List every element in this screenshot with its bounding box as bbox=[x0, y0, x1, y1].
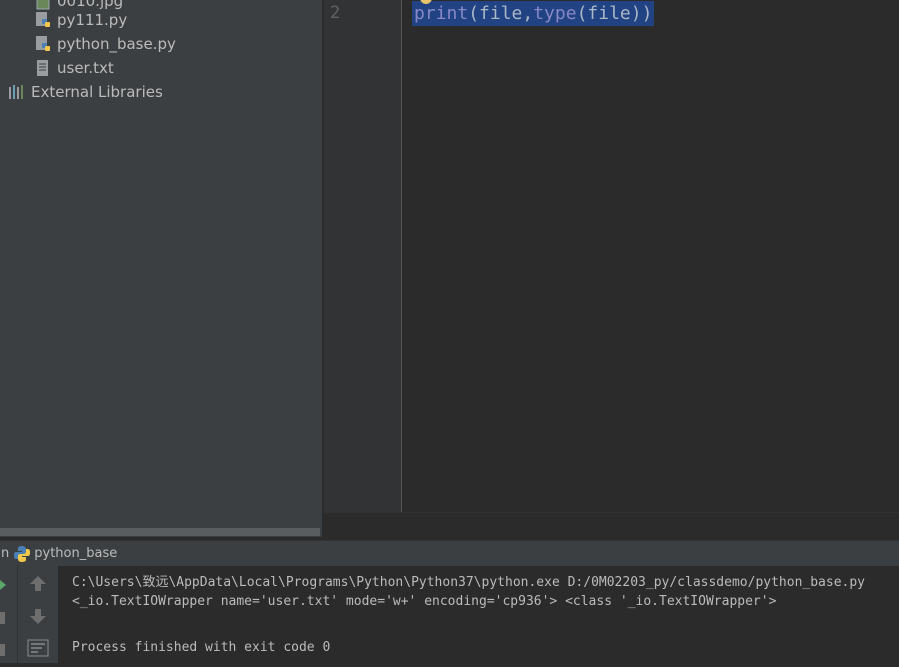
python-file-icon bbox=[34, 35, 52, 53]
project-horizontal-scrollbar[interactable] bbox=[0, 526, 322, 537]
editor-gutter: 2 bbox=[324, 0, 401, 512]
selected-code-line[interactable]: print(file,type(file)) bbox=[412, 1, 655, 26]
run-toolbar-left bbox=[0, 566, 17, 663]
editor-breadcrumb-bar bbox=[324, 512, 899, 538]
rerun-icon[interactable] bbox=[0, 580, 6, 590]
console-line-output: <_io.TextIOWrapper name='user.txt' mode=… bbox=[72, 594, 777, 609]
python-file-icon bbox=[34, 11, 52, 29]
code-token: (file)) bbox=[576, 3, 653, 24]
scroll-up-icon[interactable] bbox=[30, 576, 46, 591]
run-config-title: python_base bbox=[34, 546, 118, 561]
run-panel-header: n python_base bbox=[0, 540, 899, 566]
scrollbar-thumb[interactable] bbox=[0, 528, 320, 536]
code-type-keyword: type bbox=[533, 3, 577, 24]
run-label-prefix: n bbox=[1, 546, 10, 561]
stop-icon[interactable] bbox=[0, 612, 5, 624]
libraries-icon bbox=[8, 83, 26, 101]
tree-item-py111[interactable]: py111.py bbox=[34, 9, 127, 31]
gutter-divider bbox=[401, 0, 402, 512]
scroll-down-icon[interactable] bbox=[30, 609, 46, 624]
tree-item-python-base[interactable]: python_base.py bbox=[34, 33, 176, 55]
console-line-command: C:\Users\致远\AppData\Local\Programs\Pytho… bbox=[72, 575, 866, 590]
tree-item-label: External Libraries bbox=[31, 83, 163, 101]
tree-item-external-libraries[interactable]: External Libraries bbox=[8, 81, 163, 103]
soft-wrap-icon[interactable] bbox=[27, 639, 49, 657]
run-console[interactable]: C:\Users\致远\AppData\Local\Programs\Pytho… bbox=[58, 566, 899, 663]
line-number: 2 bbox=[330, 3, 341, 23]
code-editor[interactable]: 2 print(file,type(file)) bbox=[324, 0, 899, 512]
python-icon bbox=[13, 545, 31, 563]
code-token: , bbox=[522, 3, 534, 24]
code-print-keyword: print bbox=[414, 3, 469, 24]
tree-item-label: py111.py bbox=[57, 11, 128, 29]
project-panel: 0010.jpg py111.py python_base.py user.tx… bbox=[0, 0, 322, 537]
text-file-icon bbox=[34, 59, 52, 77]
code-token: (file bbox=[468, 3, 523, 24]
run-toolbar bbox=[17, 566, 58, 663]
console-line-exit: Process finished with exit code 0 bbox=[72, 640, 331, 655]
close-icon[interactable] bbox=[0, 644, 5, 656]
tree-item-label: user.txt bbox=[57, 59, 114, 77]
tree-item-user-txt[interactable]: user.txt bbox=[34, 57, 114, 79]
tree-item-label: python_base.py bbox=[57, 35, 176, 53]
